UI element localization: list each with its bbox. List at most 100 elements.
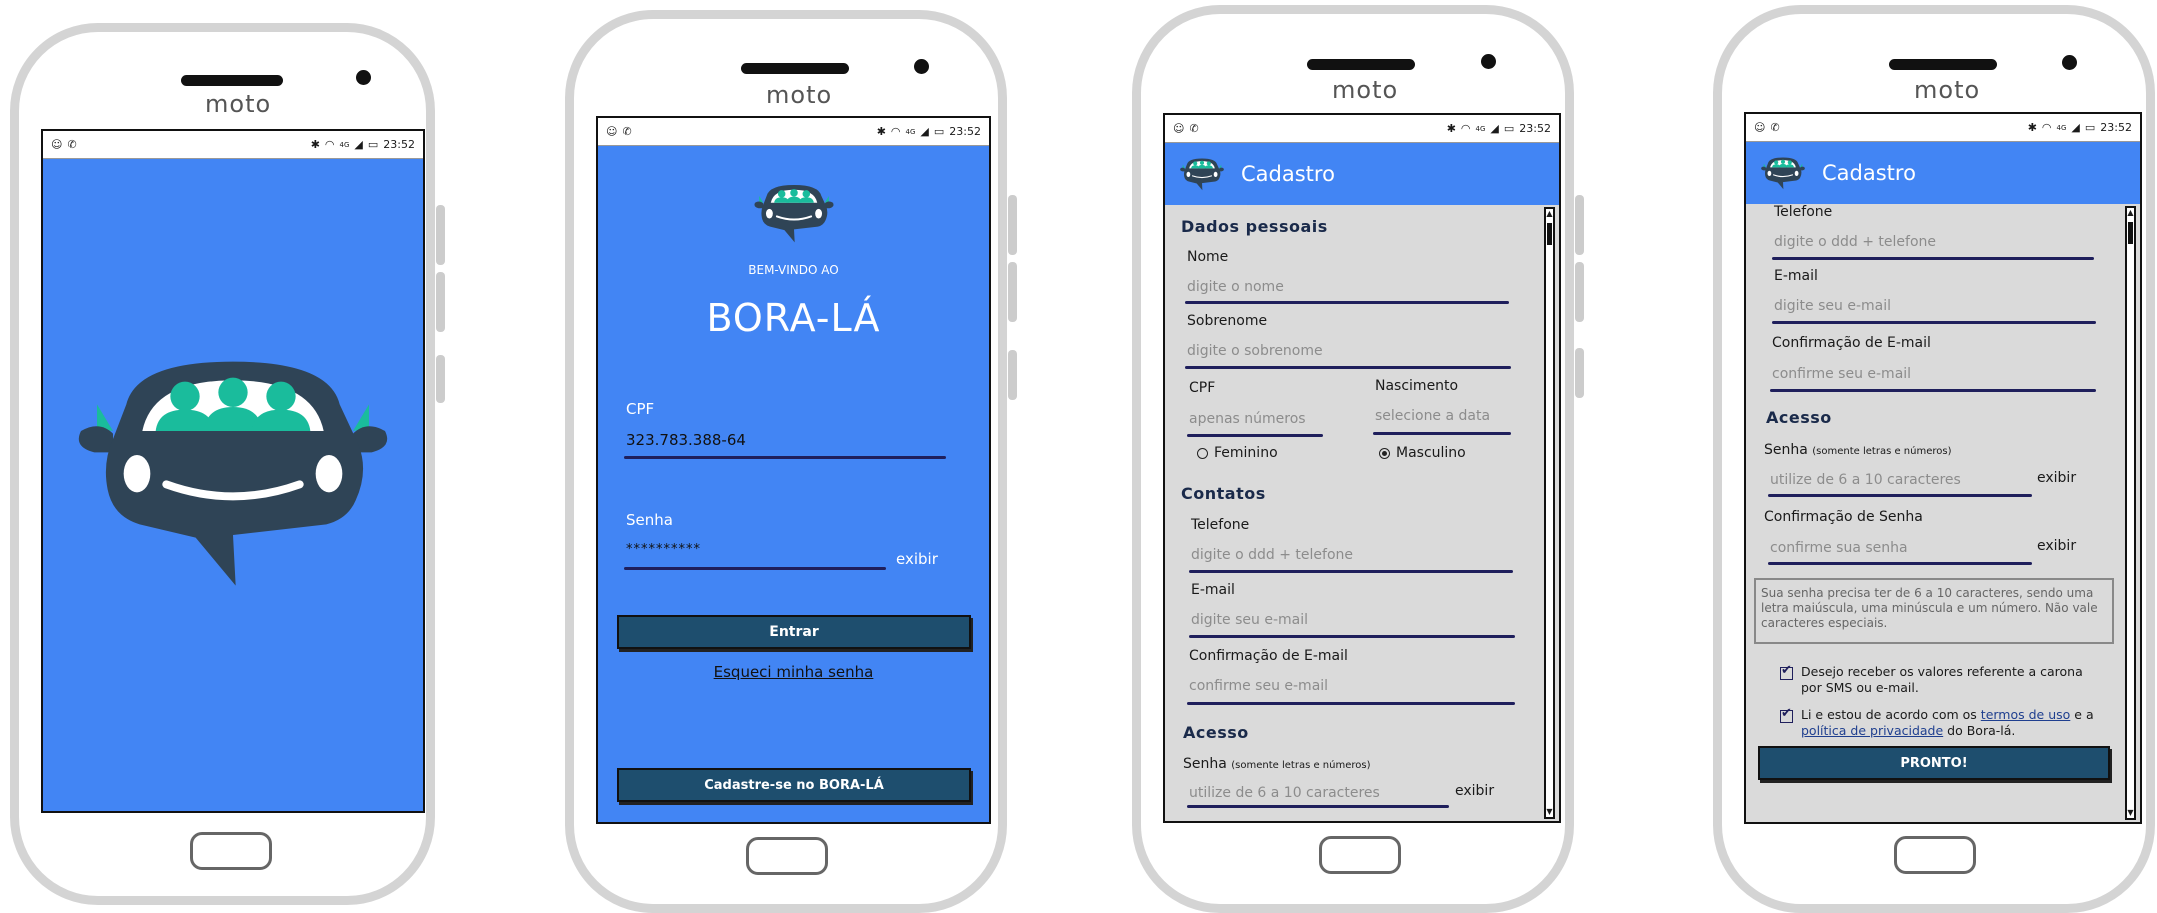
network-type: 4G	[905, 127, 916, 136]
scroll-down-arrow-icon[interactable]: ▼	[1546, 807, 1553, 817]
home-button[interactable]	[1894, 836, 1976, 874]
nascimento-input[interactable]: selecione a data	[1375, 408, 1490, 424]
status-time: 23:52	[383, 138, 415, 151]
email-underline	[1189, 635, 1515, 638]
network-type: 4G	[339, 140, 350, 149]
screen-signup-2: ☺ ✆ ✱ ◠ 4G ◢ ▭ 23:52 Cadastro ▲ ▼ Telefone dig…	[1744, 112, 2142, 824]
status-bar: ☺ ✆ ✱ ◠ 4G ◢ ▭ 23:52	[43, 131, 423, 159]
senha-underline	[624, 567, 886, 570]
conf-senha-exibir-link[interactable]: exibir	[2037, 538, 2076, 554]
battery-icon: ▭	[1503, 122, 1515, 135]
cpf-input[interactable]: apenas números	[1189, 411, 1306, 427]
scroll-thumb[interactable]	[1547, 223, 1552, 245]
terms-of-use-link[interactable]: termos de uso	[1981, 707, 2071, 722]
conf-email-input[interactable]: confirme seu e-mail	[1189, 678, 1328, 694]
telefone-label: Telefone	[1774, 204, 1833, 220]
terms-text-pre: Li e estou de acordo com os	[1801, 707, 1977, 722]
entrar-button[interactable]: Entrar	[617, 615, 971, 649]
section-dados-pessoais: Dados pessoais	[1181, 217, 1328, 236]
telefone-input[interactable]: digite o ddd + telefone	[1191, 547, 1353, 563]
car-with-passengers-logo	[753, 182, 835, 244]
privacy-policy-link[interactable]: política de privacidade	[1801, 723, 1943, 738]
bluetooth-icon: ✱	[1446, 122, 1456, 135]
conf-senha-label: Confirmação de Senha	[1764, 509, 1923, 525]
scroll-thumb[interactable]	[2128, 222, 2133, 244]
power-button	[436, 355, 445, 403]
scrollbar[interactable]: ▲ ▼	[2125, 206, 2136, 820]
telefone-underline	[1189, 570, 1513, 573]
volume-down-button	[1575, 262, 1584, 322]
bluetooth-icon: ✱	[310, 138, 320, 151]
phone-brand: moto	[766, 81, 833, 109]
section-acesso: Acesso	[1766, 408, 1832, 427]
senha-underline	[1187, 805, 1449, 808]
exibir-link[interactable]: exibir	[1455, 783, 1494, 799]
status-bar: ☺ ✆ ✱ ◠ 4G ◢ ▭ 23:52	[1746, 114, 2140, 142]
cpf-input[interactable]: 323.783.388-64	[626, 431, 746, 449]
radio-feminino[interactable]: Feminino	[1197, 445, 1278, 461]
email-input[interactable]: digite seu e-mail	[1191, 612, 1308, 628]
senha-label: Senha	[626, 511, 673, 529]
whatsapp-icon: ✆	[1189, 122, 1199, 135]
conf-senha-input[interactable]: confirme sua senha	[1770, 540, 1908, 556]
conf-email-underline	[1187, 702, 1515, 705]
conf-email-input[interactable]: confirme seu e-mail	[1772, 366, 1911, 382]
senha-label: Senha (somente letras e números)	[1764, 442, 1952, 458]
phone-speaker	[1889, 59, 1997, 70]
cpf-underline	[1187, 434, 1323, 437]
radio-masculino[interactable]: Masculino	[1379, 445, 1466, 461]
senha-hint: (somente letras e números)	[1812, 446, 1952, 457]
nome-input[interactable]: digite o nome	[1187, 279, 1284, 295]
wifi-icon: ◠	[1460, 122, 1471, 135]
phone-splash: moto ☺ ✆ ✱ ◠ 4G ◢ ▭ 23:52	[10, 23, 435, 905]
screen-title: Cadastro	[1822, 161, 1916, 185]
nome-label: Nome	[1187, 249, 1229, 265]
senha-input[interactable]: utilize de 6 a 10 caracteres	[1189, 785, 1380, 801]
signal-icon: ◢	[1490, 122, 1499, 135]
checkbox-checked-icon	[1780, 663, 1793, 680]
notification-icon: ☺	[51, 138, 63, 151]
whatsapp-icon: ✆	[67, 138, 77, 151]
home-button[interactable]	[746, 837, 828, 875]
scrollbar[interactable]: ▲ ▼	[1544, 207, 1555, 819]
screen-login: ☺ ✆ ✱ ◠ 4G ◢ ▭ 23:52 BEM-VINDO AO BORA-LÁ CPF …	[596, 116, 991, 824]
radio-selected-icon	[1379, 447, 1390, 459]
status-bar: ☺ ✆ ✱ ◠ 4G ◢ ▭ 23:52	[598, 118, 989, 146]
phone-camera	[356, 70, 371, 85]
notification-icon: ☺	[606, 125, 618, 138]
senha-exibir-link[interactable]: exibir	[2037, 470, 2076, 486]
phone-speaker	[741, 63, 849, 74]
senha-input[interactable]: utilize de 6 a 10 caracteres	[1770, 472, 1961, 488]
checkbox-receive-values[interactable]: Desejo receber os valores referente a ca…	[1780, 663, 2100, 696]
radio-masculino-label: Masculino	[1396, 445, 1466, 461]
car-with-passengers-logo	[1760, 156, 1806, 190]
cpf-label: CPF	[1189, 380, 1216, 396]
email-input[interactable]: digite seu e-mail	[1774, 298, 1891, 314]
pronto-button[interactable]: PRONTO!	[1758, 746, 2110, 780]
conf-senha-underline	[1768, 562, 2032, 565]
senha-input[interactable]: **********	[626, 542, 701, 557]
forgot-password-link[interactable]: Esqueci minha senha	[598, 663, 989, 681]
sobrenome-input[interactable]: digite o sobrenome	[1187, 343, 1323, 359]
wifi-icon: ◠	[324, 138, 335, 151]
home-button[interactable]	[1319, 836, 1401, 874]
phone-speaker	[181, 75, 283, 86]
status-bar: ☺ ✆ ✱ ◠ 4G ◢ ▭ 23:52	[1165, 115, 1559, 143]
senha-label: Senha (somente letras e números)	[1183, 756, 1371, 772]
scroll-up-arrow-icon[interactable]: ▲	[2127, 208, 2134, 218]
exibir-link[interactable]: exibir	[896, 550, 938, 568]
telefone-underline	[1772, 257, 2094, 260]
signup-button[interactable]: Cadastre-se no BORA-LÁ	[617, 768, 971, 802]
scroll-down-arrow-icon[interactable]: ▼	[2127, 808, 2134, 818]
nascimento-label: Nascimento	[1375, 378, 1459, 394]
scroll-up-arrow-icon[interactable]: ▲	[1546, 209, 1553, 219]
checkbox-receive-values-label: Desejo receber os valores referente a ca…	[1801, 664, 2083, 695]
checkbox-accept-terms[interactable]: Li e estou de acordo com os termos de us…	[1780, 706, 2110, 739]
checkbox-accept-terms-label: Li e estou de acordo com os termos de us…	[1801, 707, 2110, 739]
volume-down-button	[1008, 262, 1017, 322]
telefone-input[interactable]: digite o ddd + telefone	[1774, 234, 1936, 250]
phone-camera	[1481, 54, 1496, 69]
checkbox-checked-icon	[1780, 706, 1793, 723]
phone-camera	[914, 59, 929, 74]
home-button[interactable]	[190, 832, 272, 870]
